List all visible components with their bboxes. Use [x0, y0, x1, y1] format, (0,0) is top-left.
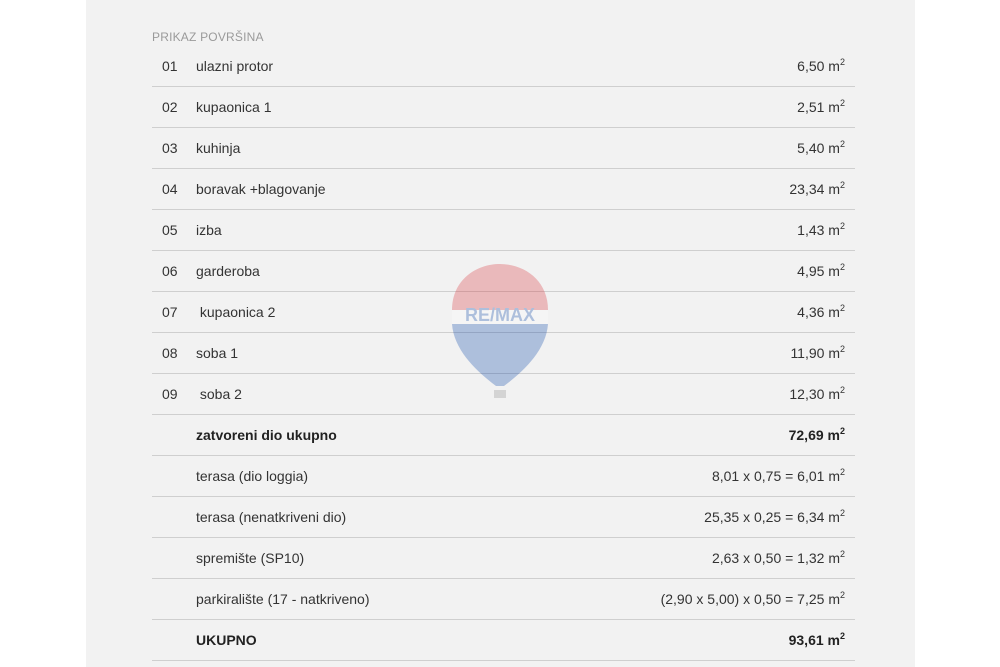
area-value: 23,34 m2: [789, 180, 845, 198]
area-value: 2,51 m2: [797, 98, 845, 116]
row-number: 05: [162, 222, 178, 238]
area-value: 6,50 m2: [797, 57, 845, 75]
area-value: 4,36 m2: [797, 303, 845, 321]
table-row: 02 kupaonica 1 2,51 m2: [152, 87, 855, 128]
room-label: terasa (dio loggia): [196, 468, 309, 484]
room-label: boravak +blagovanje: [196, 181, 326, 197]
room-label: ulazni protor: [196, 58, 274, 74]
room-label: kupaonica 2: [196, 304, 276, 320]
balloon-basket: [494, 390, 506, 398]
balloon-bottom-blue: [452, 324, 548, 386]
table-row: spremište (SP10) 2,63 x 0,50 = 1,32 m2: [152, 538, 855, 579]
room-label: kuhinja: [196, 140, 241, 156]
room-label: terasa (nenatkriveni dio): [196, 509, 347, 525]
balloon-top-red: [452, 264, 548, 310]
row-number: 09: [162, 386, 178, 402]
total-row: UKUPNO 93,61 m2: [152, 620, 855, 661]
room-label: soba 1: [196, 345, 239, 361]
table-row: terasa (nenatkriveni dio) 25,35 x 0,25 =…: [152, 497, 855, 538]
room-label: spremište (SP10): [196, 550, 305, 566]
room-label: soba 2: [196, 386, 242, 402]
subtotal-label: zatvoreni dio ukupno: [196, 427, 337, 443]
room-label: garderoba: [196, 263, 260, 279]
table-row: terasa (dio loggia) 8,01 x 0,75 = 6,01 m…: [152, 456, 855, 497]
section-title: PRIKAZ POVRŠINA: [152, 30, 264, 44]
subtotal-row: zatvoreni dio ukupno 72,69 m2: [152, 415, 855, 456]
area-value: 12,30 m2: [789, 385, 845, 403]
row-number: 07: [162, 304, 178, 320]
area-value: 2,63 x 0,50 = 1,32 m2: [711, 549, 845, 567]
row-number: 02: [162, 99, 178, 115]
watermark-text: RE/MAX: [465, 305, 535, 325]
remax-balloon-watermark: RE/MAX: [452, 264, 548, 398]
row-number: 01: [162, 58, 178, 74]
area-value: 1,43 m2: [797, 221, 845, 239]
area-value: 25,35 x 0,25 = 6,34 m2: [704, 508, 845, 526]
subtotal-value: 72,69 m2: [788, 426, 845, 444]
table-row: 01 ulazni protor 6,50 m2: [152, 46, 855, 87]
area-value: (2,90 x 5,00) x 0,50 = 7,25 m2: [660, 590, 845, 608]
area-value: 11,90 m2: [790, 344, 845, 362]
total-label: UKUPNO: [196, 632, 257, 648]
room-label: parkiralište (17 - natkriveno): [196, 591, 370, 607]
table-row: 03 kuhinja 5,40 m2: [152, 128, 855, 169]
room-label: kupaonica 1: [196, 99, 272, 115]
row-number: 04: [162, 181, 178, 197]
room-label: izba: [196, 222, 222, 238]
row-number: 08: [162, 345, 178, 361]
total-value: 93,61 m2: [788, 631, 845, 649]
area-value: 8,01 x 0,75 = 6,01 m2: [711, 467, 845, 485]
row-number: 03: [162, 140, 178, 156]
area-value: 4,95 m2: [797, 262, 845, 280]
row-number: 06: [162, 263, 178, 279]
table-row: 04 boravak +blagovanje 23,34 m2: [152, 169, 855, 210]
table-row: 05 izba 1,43 m2: [152, 210, 855, 251]
area-value: 5,40 m2: [797, 139, 845, 157]
table-row: parkiralište (17 - natkriveno) (2,90 x 5…: [152, 579, 855, 620]
